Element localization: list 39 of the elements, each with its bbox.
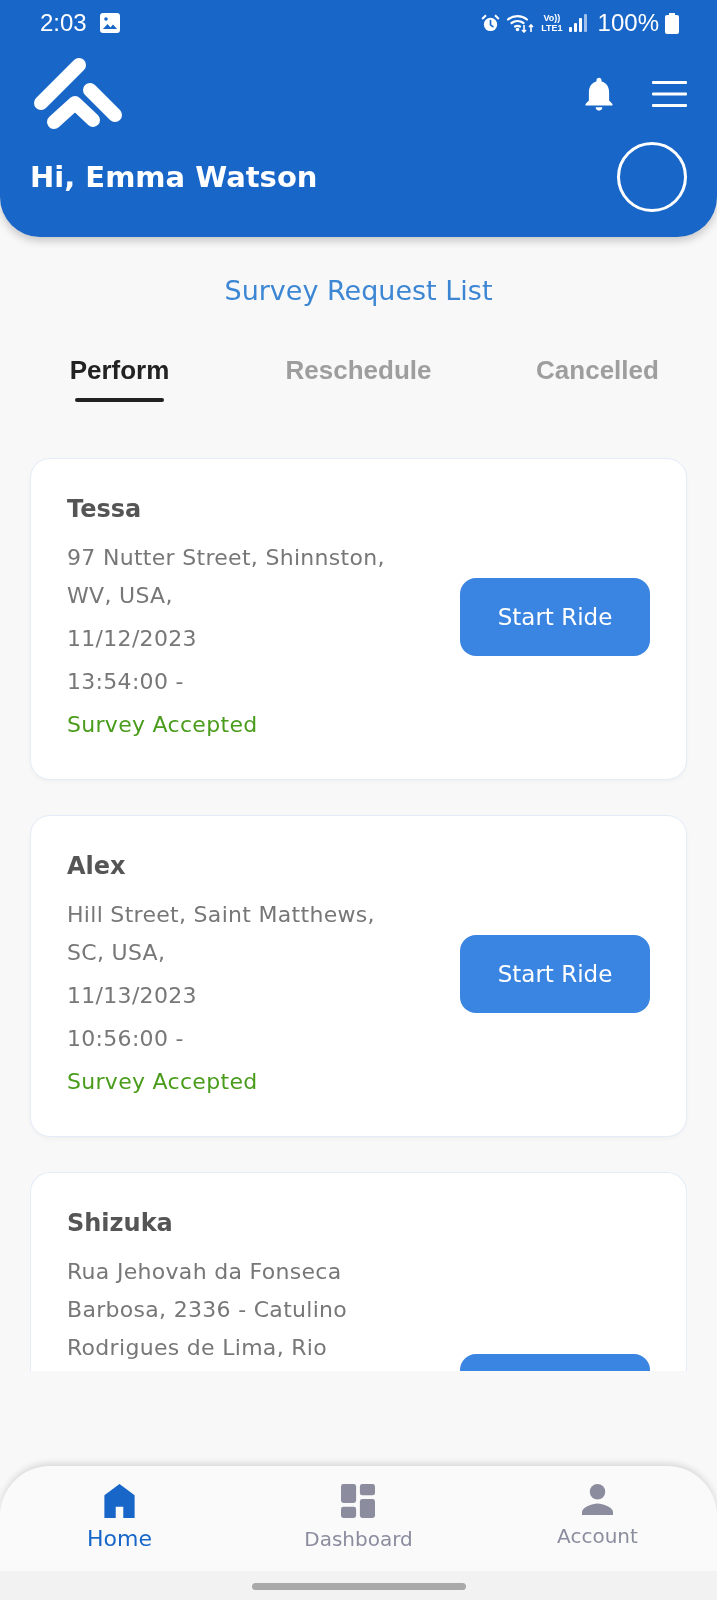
customer-name: Tessa — [67, 494, 143, 525]
page-title: Survey Request List — [224, 274, 493, 308]
bell-icon[interactable] — [583, 77, 615, 111]
gallery-icon — [99, 13, 120, 33]
tab[interactable]: Reschedule — [285, 354, 432, 402]
customer-name: Shizuka — [67, 1208, 174, 1239]
nav-tab[interactable]: Dashboard — [304, 1466, 413, 1554]
address-text: Rua Jehovah da Fonseca Barbosa, 2336 - Catulino Rodrigues de Lima, Rio — [67, 1258, 349, 1362]
status-text: Survey Accepted — [67, 1068, 259, 1096]
home-icon — [104, 1484, 135, 1518]
address-text: Hill Street, Saint Matthews, SC, USA, — [67, 901, 376, 967]
volte-label: Vo)) — [543, 13, 561, 23]
address-text: 97 Nutter Street, Shinnston, WV, USA, — [67, 544, 386, 610]
dashboard-icon — [341, 1484, 376, 1518]
status-time: 2:03 — [40, 9, 87, 37]
greeting-text: Hi, Emma Watson — [30, 159, 318, 196]
nav-tab[interactable]: Account — [557, 1466, 638, 1551]
start-ride-button[interactable] — [460, 1354, 650, 1371]
time-text: 10:56:00 - — [67, 1025, 185, 1053]
status-text: Survey Accepted — [67, 711, 259, 739]
alarm-icon — [481, 13, 501, 33]
date-text: 11/13/2023 — [67, 982, 198, 1010]
signal-icon — [568, 14, 588, 32]
network-type-label: LTE1 — [541, 23, 563, 33]
date-text: 11/12/2023 — [67, 625, 198, 653]
menu-icon[interactable] — [652, 81, 687, 107]
nav-tab[interactable]: Home — [87, 1466, 152, 1554]
logo-icon — [33, 58, 123, 130]
battery-icon — [665, 12, 679, 34]
start-ride-button[interactable]: Start Ride — [460, 934, 650, 1013]
tab[interactable]: Cancelled — [536, 354, 659, 402]
time-text: 13:54:00 - — [67, 668, 185, 696]
battery-percent: 100% — [597, 9, 659, 37]
wifi-icon — [506, 13, 536, 33]
avatar-icon[interactable] — [617, 142, 687, 212]
tab[interactable]: Perform — [69, 354, 170, 402]
customer-name: Alex — [67, 851, 127, 882]
start-ride-button[interactable]: Start Ride — [460, 577, 650, 656]
person-icon — [582, 1484, 613, 1515]
